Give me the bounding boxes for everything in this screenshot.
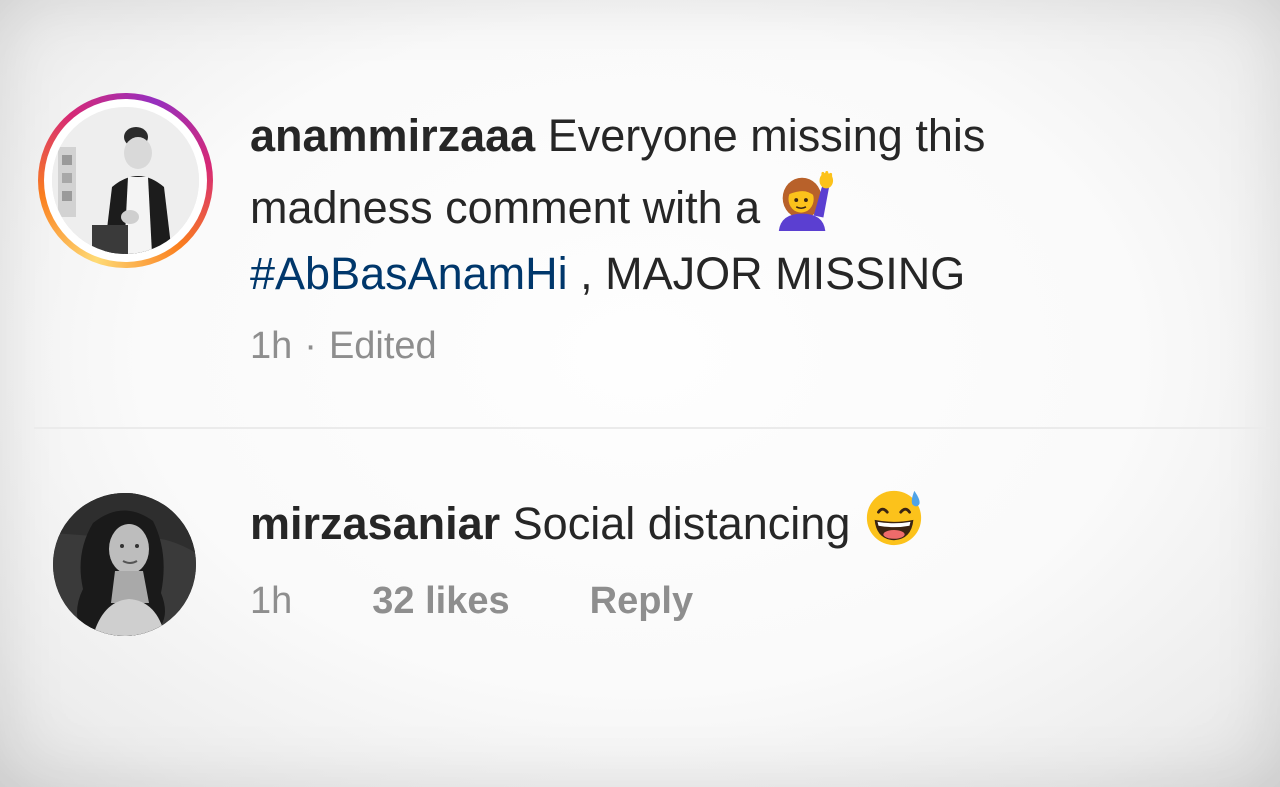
comment-meta: 1h 32 likes Reply <box>250 580 693 623</box>
comment-text: mirzasaniar Social distancing <box>250 485 1210 557</box>
avatar-photo-icon <box>52 107 199 254</box>
comment-item: anammirzaaa Everyone missing this madnes… <box>0 0 1280 430</box>
comment-body: Social distancing <box>512 498 851 549</box>
avatar-photo-icon <box>53 493 196 636</box>
comment-username[interactable]: anammirzaaa <box>250 110 535 161</box>
avatar-story-ring[interactable] <box>38 93 213 268</box>
comment-text: anammirzaaa Everyone missing this madnes… <box>250 103 1210 307</box>
comment-username[interactable]: mirzasaniar <box>250 498 500 549</box>
meta-separator: · <box>304 325 317 367</box>
raising-hand-woman-emoji-icon <box>773 169 835 231</box>
comment-timestamp: 1h <box>250 580 293 622</box>
comment-body-line3: , MAJOR MISSING <box>567 248 966 299</box>
avatar-ring-gap <box>44 99 207 262</box>
likes-count-link[interactable]: 32 likes <box>372 580 509 623</box>
reply-button[interactable]: Reply <box>590 580 693 623</box>
comment-meta: 1h · Edited <box>250 325 437 368</box>
comment-divider <box>34 427 1270 429</box>
avatar[interactable] <box>53 493 196 636</box>
comment-item: mirzasaniar Social distancing 1h 32 like… <box>0 430 1280 787</box>
avatar <box>52 107 199 254</box>
edited-label: Edited <box>328 325 437 367</box>
comment-body-line1: Everyone missing this <box>547 110 986 161</box>
comment-timestamp: 1h <box>250 325 293 367</box>
comment-hashtag-link[interactable]: #AbBasAnamHi <box>250 248 568 299</box>
comment-body-line2: madness comment with a <box>250 182 761 233</box>
grinning-sweat-emoji-icon <box>863 485 925 547</box>
